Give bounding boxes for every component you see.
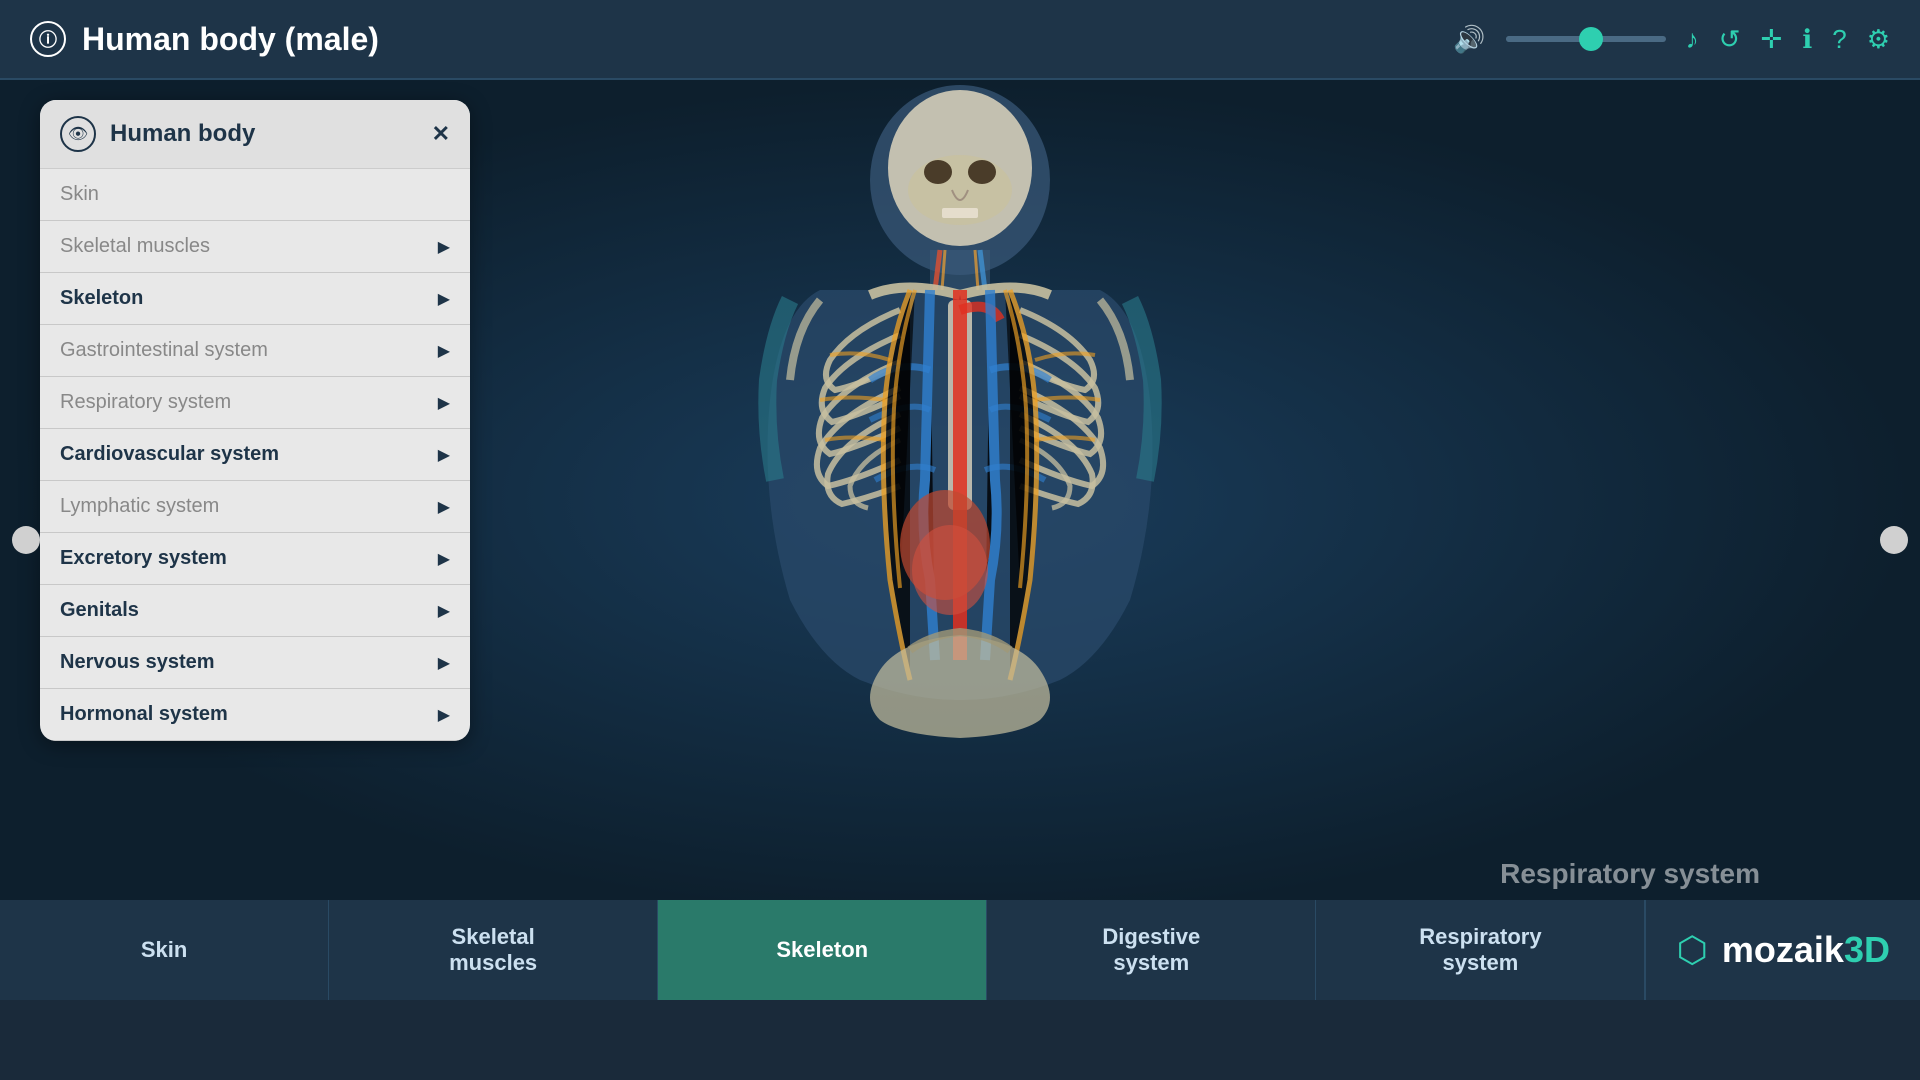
nav-panel-header: 👁 Human body ✕	[40, 100, 470, 169]
panel-eye-icon: 👁	[60, 116, 96, 152]
bottom-tab-skin[interactable]: Skin	[0, 900, 329, 1000]
chevron-right-icon: ▶	[438, 705, 450, 725]
right-dot[interactable]	[1880, 526, 1908, 554]
menu-items-container: SkinSkeletal muscles▶Skeleton▶Gastrointe…	[40, 169, 470, 741]
bottom-tab-skeletal-muscles[interactable]: Skeletalmuscles	[329, 900, 658, 1000]
app-title: Human body (male)	[82, 21, 379, 58]
menu-item-skeletal-muscles[interactable]: Skeletal muscles▶	[40, 221, 470, 273]
main-area: 👁 Human body ✕ SkinSkeletal muscles▶Skel…	[0, 80, 1920, 1000]
chevron-right-icon: ▶	[438, 289, 450, 309]
volume-knob[interactable]	[1579, 27, 1603, 51]
volume-slider[interactable]	[1506, 36, 1666, 42]
menu-item-skeleton[interactable]: Skeleton▶	[40, 273, 470, 325]
panel-title: Human body	[110, 120, 418, 148]
info2-icon[interactable]: ℹ	[1802, 24, 1812, 55]
bottom-tab-digestive-system[interactable]: Digestivesystem	[987, 900, 1316, 1000]
chevron-right-icon: ▶	[438, 601, 450, 621]
panel-close-button[interactable]: ✕	[432, 121, 450, 147]
left-dot[interactable]	[12, 526, 40, 554]
app-header: ⓘ Human body (male) 🔊 ♪ ↺ ✛ ℹ ? ⚙	[0, 0, 1920, 80]
respiratory-system-label: Respiratory system	[1500, 858, 1760, 890]
bottom-tab-respiratory-system[interactable]: Respiratorysystem	[1316, 900, 1645, 1000]
chevron-right-icon: ▶	[438, 237, 450, 257]
bottom-tab-skeleton[interactable]: Skeleton	[658, 900, 987, 1000]
header-left: ⓘ Human body (male)	[30, 21, 1453, 58]
chevron-right-icon: ▶	[438, 497, 450, 517]
menu-item-cardiovascular-system[interactable]: Cardiovascular system▶	[40, 429, 470, 481]
nav-panel: 👁 Human body ✕ SkinSkeletal muscles▶Skel…	[40, 100, 470, 741]
chevron-right-icon: ▶	[438, 393, 450, 413]
menu-item-lymphatic-system[interactable]: Lymphatic system▶	[40, 481, 470, 533]
menu-item-gastrointestinal-system[interactable]: Gastrointestinal system▶	[40, 325, 470, 377]
menu-item-genitals[interactable]: Genitals▶	[40, 585, 470, 637]
menu-item-hormonal-system[interactable]: Hormonal system▶	[40, 689, 470, 741]
menu-item-respiratory-system[interactable]: Respiratory system▶	[40, 377, 470, 429]
menu-item-excretory-system[interactable]: Excretory system▶	[40, 533, 470, 585]
chevron-right-icon: ▶	[438, 341, 450, 361]
mozaik-logo-icon: ⬡	[1676, 929, 1707, 971]
move-icon[interactable]: ✛	[1761, 24, 1783, 55]
menu-item-nervous-system[interactable]: Nervous system▶	[40, 637, 470, 689]
chevron-right-icon: ▶	[438, 549, 450, 569]
chevron-right-icon: ▶	[438, 445, 450, 465]
mozaik-brand: ⬡ mozaik3D	[1645, 900, 1920, 1000]
reset-icon[interactable]: ↺	[1719, 24, 1741, 55]
volume-icon[interactable]: 🔊	[1453, 24, 1485, 55]
menu-item-skin[interactable]: Skin	[40, 169, 470, 221]
header-controls: 🔊 ♪ ↺ ✛ ℹ ? ⚙	[1453, 24, 1890, 55]
music-icon[interactable]: ♪	[1686, 24, 1699, 55]
settings-icon[interactable]: ⚙	[1867, 24, 1890, 55]
help-icon[interactable]: ?	[1832, 24, 1846, 55]
chevron-right-icon: ▶	[438, 653, 450, 673]
bottom-tab-bar: SkinSkeletalmusclesSkeletonDigestivesyst…	[0, 900, 1920, 1000]
brand-text: mozaik3D	[1722, 929, 1890, 971]
header-info-icon[interactable]: ⓘ	[30, 21, 66, 57]
